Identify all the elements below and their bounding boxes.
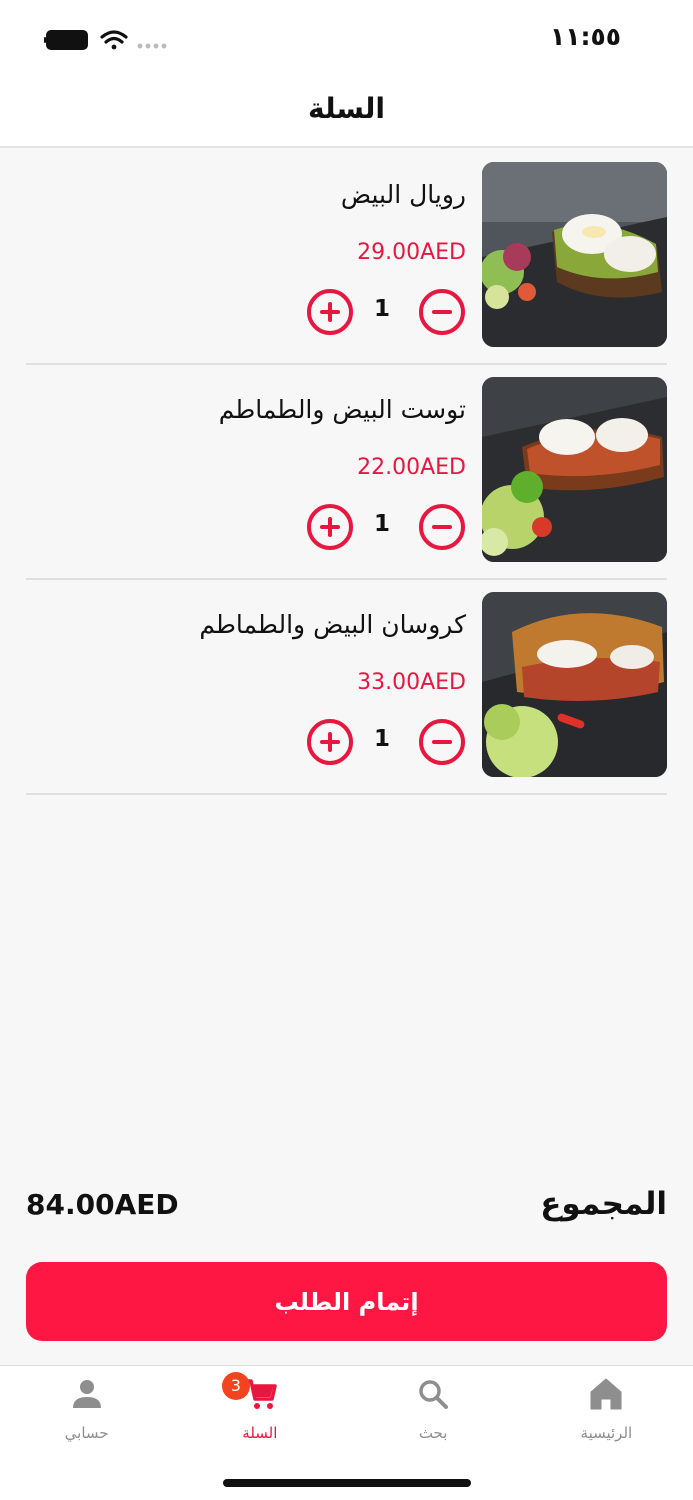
item-quantity: 1 bbox=[373, 511, 390, 537]
tab-cart-label: السلة bbox=[242, 1424, 278, 1442]
tab-search[interactable]: بحث bbox=[347, 1366, 520, 1466]
decrease-quantity-button[interactable] bbox=[419, 719, 465, 765]
page-title: السلة bbox=[307, 92, 385, 125]
increase-quantity-button[interactable] bbox=[307, 504, 353, 550]
decrease-quantity-button[interactable] bbox=[419, 289, 465, 335]
cart-count-badge: 3 bbox=[221, 1372, 250, 1400]
cart-list: رويال البيض 29.00AED 1 توست البيض والطما… bbox=[26, 150, 667, 795]
item-quantity: 1 bbox=[373, 296, 390, 322]
total-value: 84.00AED bbox=[26, 1188, 179, 1221]
tab-account[interactable]: حسابي bbox=[0, 1366, 173, 1466]
battery-icon bbox=[44, 30, 88, 50]
item-name: رويال البيض bbox=[340, 180, 466, 209]
home-icon bbox=[590, 1378, 622, 1410]
tab-account-label: حسابي bbox=[64, 1424, 109, 1442]
item-price: 22.00AED bbox=[357, 455, 466, 480]
search-icon bbox=[419, 1380, 449, 1409]
increase-quantity-button[interactable] bbox=[307, 289, 353, 335]
royal-egg-image bbox=[482, 162, 667, 347]
tab-home-label: الرئيسية bbox=[580, 1424, 633, 1442]
wifi-icon bbox=[100, 30, 128, 50]
signal-icon bbox=[137, 43, 167, 49]
item-price: 29.00AED bbox=[357, 240, 466, 265]
status-bar: ١١:٥٥ bbox=[0, 0, 693, 78]
egg-tomato-croissant-image bbox=[482, 592, 667, 777]
product-image[interactable] bbox=[482, 377, 667, 562]
cart-item: كروسان البيض والطماطم 33.00AED 1 bbox=[26, 580, 667, 795]
person-icon bbox=[72, 1380, 101, 1408]
item-price: 33.00AED bbox=[357, 670, 466, 695]
tab-home[interactable]: الرئيسية bbox=[520, 1366, 693, 1466]
cart-item: رويال البيض 29.00AED 1 bbox=[26, 150, 667, 365]
product-image[interactable] bbox=[482, 162, 667, 347]
tab-cart[interactable]: 3 السلة bbox=[173, 1366, 346, 1466]
item-name: توست البيض والطماطم bbox=[218, 395, 466, 424]
checkout-button[interactable]: إتمام الطلب bbox=[26, 1262, 667, 1341]
total-label: المجموع bbox=[540, 1186, 667, 1222]
product-image[interactable] bbox=[482, 592, 667, 777]
item-quantity: 1 bbox=[373, 726, 390, 752]
status-icons bbox=[44, 30, 167, 50]
page-header: السلة bbox=[0, 78, 693, 148]
tab-search-label: بحث bbox=[418, 1424, 448, 1442]
cart-item: توست البيض والطماطم 22.00AED 1 bbox=[26, 365, 667, 580]
egg-tomato-toast-image bbox=[482, 377, 667, 562]
item-name: كروسان البيض والطماطم bbox=[199, 610, 466, 639]
home-indicator bbox=[223, 1479, 471, 1487]
increase-quantity-button[interactable] bbox=[307, 719, 353, 765]
status-time: ١١:٥٥ bbox=[549, 22, 621, 51]
decrease-quantity-button[interactable] bbox=[419, 504, 465, 550]
